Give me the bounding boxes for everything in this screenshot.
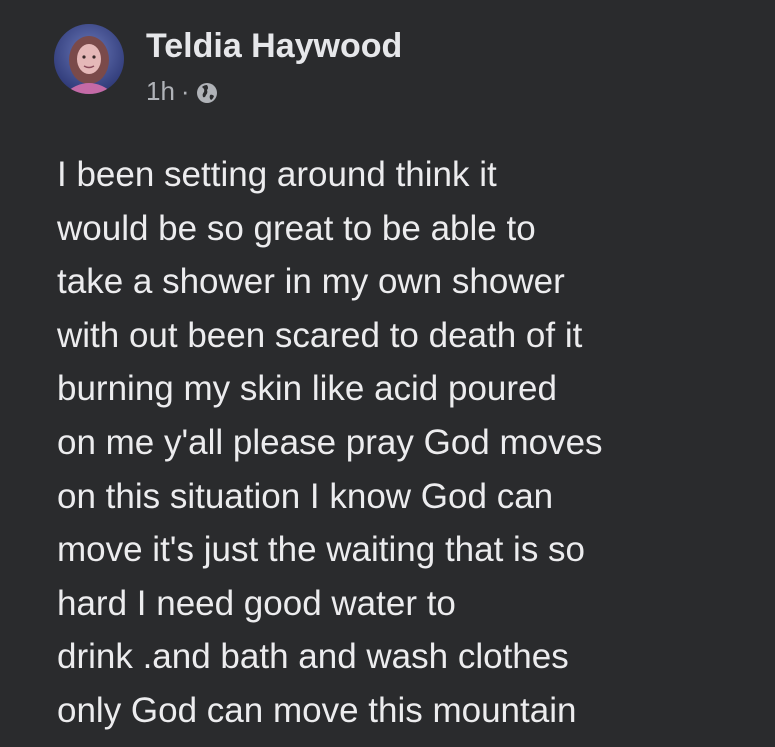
post-timestamp[interactable]: 1h [146, 76, 175, 106]
author-name[interactable]: Teldia Haywood [146, 26, 402, 66]
globe-icon[interactable] [196, 80, 218, 103]
facebook-post: Teldia Haywood 1h · I been setting aroun… [0, 0, 775, 747]
post-meta: Teldia Haywood 1h · [146, 24, 402, 106]
post-subline: 1h · [146, 76, 402, 106]
separator-dot: · [180, 76, 190, 106]
avatar-image [54, 24, 124, 94]
avatar[interactable] [54, 24, 124, 94]
post-body-text: I been setting around think it would be … [57, 155, 603, 730]
post-header: Teldia Haywood 1h · [54, 24, 402, 106]
